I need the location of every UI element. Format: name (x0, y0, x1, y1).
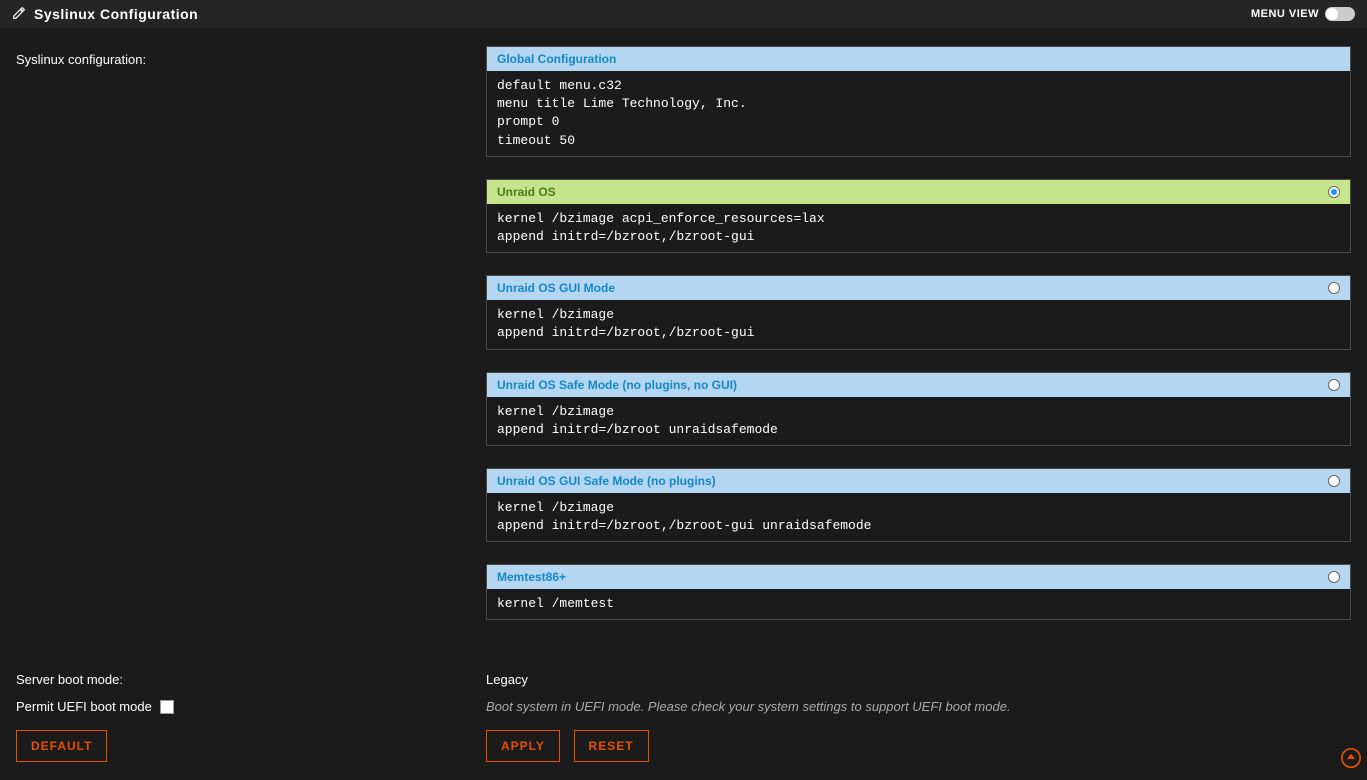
page-title: Syslinux Configuration (34, 6, 198, 22)
reset-button[interactable]: RESET (574, 730, 649, 762)
apply-button[interactable]: APPLY (486, 730, 560, 762)
config-block-header[interactable]: Unraid OS Safe Mode (no plugins, no GUI) (487, 373, 1350, 397)
config-block: Unraid OS Safe Mode (no plugins, no GUI)… (486, 372, 1351, 446)
config-block: Unraid OS GUI Safe Mode (no plugins) kern… (486, 468, 1351, 542)
config-block-title: Unraid OS GUI Mode (497, 281, 615, 295)
syslinux-config-label: Syslinux configuration: (16, 46, 486, 67)
boot-mode-label: Server boot mode: (16, 672, 486, 687)
config-block: Memtest86+ kernel /memtest (486, 564, 1351, 620)
config-block-body[interactable]: kernel /bzimage append initrd=/bzroot,/b… (487, 300, 1350, 348)
config-block-title: Unraid OS (497, 185, 556, 199)
config-block-body[interactable]: kernel /bzimage acpi_enforce_resources=l… (487, 204, 1350, 252)
config-block-body[interactable]: kernel /bzimage append initrd=/bzroot un… (487, 397, 1350, 445)
config-block-title: Memtest86+ (497, 570, 566, 584)
boot-entry-radio[interactable] (1328, 475, 1340, 487)
config-block-header: Global Configuration (487, 47, 1350, 71)
config-block-body[interactable]: kernel /bzimage append initrd=/bzroot,/b… (487, 493, 1350, 541)
scroll-top-icon[interactable] (1341, 748, 1361, 774)
boot-entry-radio[interactable] (1328, 379, 1340, 391)
edit-icon (12, 6, 26, 23)
menu-view-toggle[interactable] (1325, 7, 1355, 21)
uefi-checkbox-label: Permit UEFI boot mode (16, 699, 152, 714)
config-block-title: Unraid OS GUI Safe Mode (no plugins) (497, 474, 716, 488)
config-block-title: Global Configuration (497, 52, 616, 66)
page-header: Syslinux Configuration MENU VIEW (0, 0, 1367, 28)
uefi-checkbox[interactable] (160, 700, 174, 714)
config-block-header[interactable]: Unraid OS (487, 180, 1350, 204)
config-entries: Global Configuration default menu.c32 men… (486, 46, 1351, 642)
default-button[interactable]: DEFAULT (16, 730, 107, 762)
page-title-wrap: Syslinux Configuration (12, 6, 198, 23)
config-block-header[interactable]: Unraid OS GUI Mode (487, 276, 1350, 300)
uefi-hint: Boot system in UEFI mode. Please check y… (486, 699, 1351, 714)
config-block-body[interactable]: default menu.c32 menu title Lime Technol… (487, 71, 1350, 156)
config-block-body[interactable]: kernel /memtest (487, 589, 1350, 619)
boot-entry-radio[interactable] (1328, 571, 1340, 583)
config-block: Global Configuration default menu.c32 men… (486, 46, 1351, 157)
boot-mode-value: Legacy (486, 672, 1351, 687)
config-block: Unraid OS kernel /bzimage acpi_enforce_re… (486, 179, 1351, 253)
config-block-header[interactable]: Unraid OS GUI Safe Mode (no plugins) (487, 469, 1350, 493)
boot-entry-radio[interactable] (1328, 186, 1340, 198)
config-block: Unraid OS GUI Mode kernel /bzimage append… (486, 275, 1351, 349)
config-block-header[interactable]: Memtest86+ (487, 565, 1350, 589)
menu-view-label: MENU VIEW (1251, 8, 1319, 20)
config-block-title: Unraid OS Safe Mode (no plugins, no GUI) (497, 378, 737, 392)
boot-entry-radio[interactable] (1328, 282, 1340, 294)
menu-view-toggle-wrap: MENU VIEW (1251, 7, 1355, 21)
